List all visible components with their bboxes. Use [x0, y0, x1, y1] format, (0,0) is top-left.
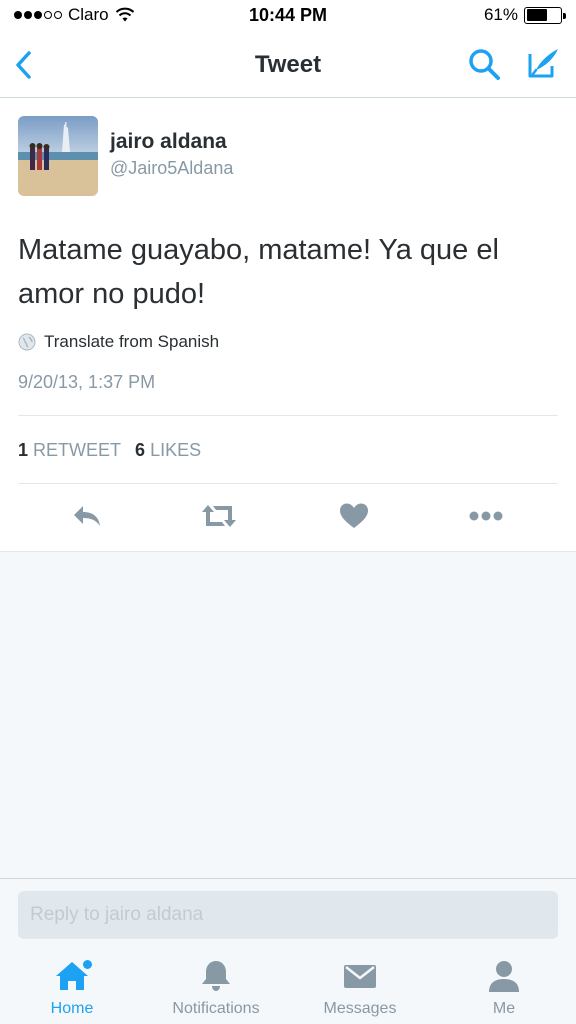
tab-label: Me	[492, 1000, 516, 1017]
search-icon	[469, 49, 500, 80]
user-handle[interactable]: @Jairo5Aldana	[110, 158, 233, 179]
person-icon	[489, 961, 519, 992]
avatar[interactable]	[18, 116, 98, 196]
like-stat[interactable]: 6 LIKES	[135, 440, 201, 461]
new-content-dot	[83, 960, 92, 969]
engagement-stats: 1 RETWEET 6 LIKES	[18, 440, 201, 461]
tweet-detail: jairo aldana @Jairo5Aldana Matame guayab…	[0, 98, 576, 552]
translate-label: Translate from Spanish	[44, 332, 220, 351]
tab-label: Home	[50, 1000, 94, 1017]
retweet-label: RETWEET	[33, 440, 122, 460]
tweet-actions	[0, 498, 576, 538]
like-label: LIKES	[150, 440, 202, 460]
status-bar: Claro 10:44 PM 61%	[0, 0, 576, 34]
envelope-icon	[344, 965, 376, 988]
back-button[interactable]	[10, 48, 40, 82]
compose-tweet-icon	[528, 49, 558, 78]
navigation-bar: Tweet	[0, 34, 576, 98]
tab-bar: Home Notifications Messages Me	[0, 950, 576, 1024]
like-button[interactable]	[334, 498, 374, 534]
more-icon	[469, 511, 503, 521]
battery-status: 61%	[483, 5, 566, 25]
tweet-timestamp: 9/20/13, 1:37 PM	[18, 372, 156, 392]
like-count: 6	[135, 440, 146, 460]
compose-tweet-button[interactable]	[522, 44, 562, 84]
more-button[interactable]	[466, 498, 506, 534]
search-button[interactable]	[466, 46, 504, 84]
heart-icon	[340, 503, 368, 528]
tab-notifications[interactable]: Notifications	[156, 958, 276, 1022]
tab-label: Messages	[323, 1000, 397, 1017]
retweet-icon	[202, 505, 236, 527]
reply-input[interactable]	[18, 891, 558, 939]
bell-icon	[202, 961, 230, 991]
tab-home[interactable]: Home	[12, 958, 132, 1022]
tab-messages[interactable]: Messages	[300, 958, 420, 1022]
chevron-left-icon	[16, 51, 31, 79]
tab-me[interactable]: Me	[444, 958, 564, 1022]
battery-icon	[524, 6, 566, 24]
reply-bar	[0, 878, 576, 950]
retweet-count: 1	[18, 440, 29, 460]
retweet-button[interactable]	[199, 498, 239, 534]
divider	[18, 415, 558, 416]
user-name[interactable]: jairo aldana	[110, 130, 227, 154]
reply-button[interactable]	[67, 498, 107, 534]
translate-link[interactable]: Translate from Spanish	[18, 332, 219, 352]
tab-label: Notifications	[172, 1000, 260, 1017]
battery-percent: 61%	[483, 5, 518, 24]
avatar-photo	[18, 116, 98, 196]
globe-icon	[18, 333, 36, 351]
retweet-stat[interactable]: 1 RETWEET	[18, 440, 121, 461]
tweet-text: Matame guayabo, matame! Ya que el amor n…	[18, 234, 499, 310]
divider	[18, 483, 558, 484]
reply-icon	[74, 506, 100, 526]
